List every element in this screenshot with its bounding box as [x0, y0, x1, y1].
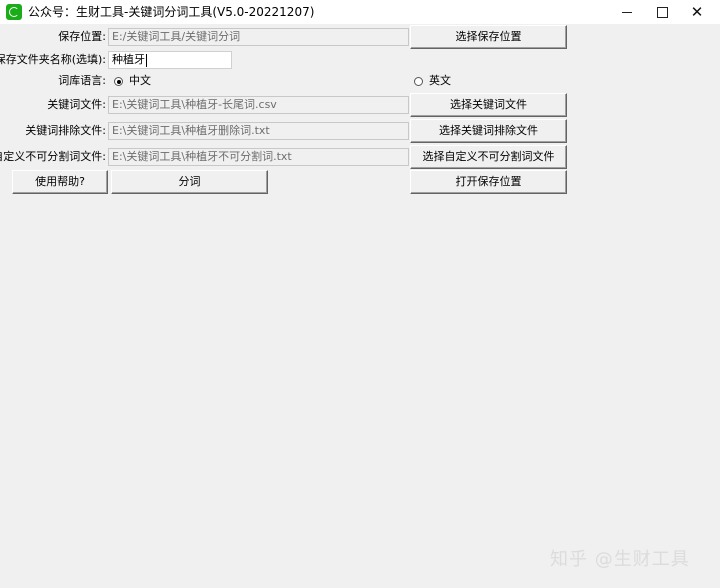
exclude-file-field: E:\关键词工具\种植牙删除词.txt [108, 122, 409, 140]
choose-exclude-file-button[interactable]: 选择关键词排除文件 [410, 119, 567, 143]
radio-english-label: 英文 [429, 74, 451, 87]
save-location-label: 保存位置: [58, 30, 106, 43]
help-button[interactable]: 使用帮助? [12, 170, 108, 194]
folder-name-input[interactable]: 种植牙 [108, 51, 232, 69]
text-caret [146, 53, 147, 67]
keyword-file-field: E:\关键词工具\种植牙-长尾词.csv [108, 96, 409, 114]
choose-keyword-file-button[interactable]: 选择关键词文件 [410, 93, 567, 117]
app-icon [6, 4, 22, 20]
nosplit-file-label: 自定义不可分割词文件: [0, 150, 106, 163]
open-save-location-button[interactable]: 打开保存位置 [410, 170, 567, 194]
segment-button[interactable]: 分词 [111, 170, 268, 194]
save-location-field: E:/关键词工具/关键词分词 [108, 28, 409, 46]
exclude-file-label: 关键词排除文件: [25, 124, 106, 137]
maximize-icon [656, 6, 668, 18]
choose-save-location-button[interactable]: 选择保存位置 [410, 25, 567, 49]
window-title: 公众号：生财工具-关键词分词工具(V5.0-20221207) [28, 5, 315, 19]
close-button[interactable]: ✕ [674, 0, 720, 24]
minimize-icon [622, 11, 632, 13]
folder-name-label: 保存文件夹名称(选填): [0, 53, 106, 66]
language-label: 词库语言: [58, 74, 106, 87]
nosplit-file-field: E:\关键词工具\种植牙不可分割词.txt [108, 148, 409, 166]
keyword-file-label: 关键词文件: [47, 98, 106, 111]
close-icon: ✕ [690, 3, 704, 21]
title-bar: 公众号：生财工具-关键词分词工具(V5.0-20221207) ✕ [0, 0, 720, 24]
radio-chinese-label: 中文 [129, 74, 151, 87]
folder-name-value: 种植牙 [112, 53, 145, 66]
watermark-text: 知乎 @生财工具 [550, 549, 690, 570]
radio-english[interactable] [414, 77, 423, 86]
choose-nosplit-file-button[interactable]: 选择自定义不可分割词文件 [410, 145, 567, 169]
radio-chinese[interactable] [114, 77, 123, 86]
